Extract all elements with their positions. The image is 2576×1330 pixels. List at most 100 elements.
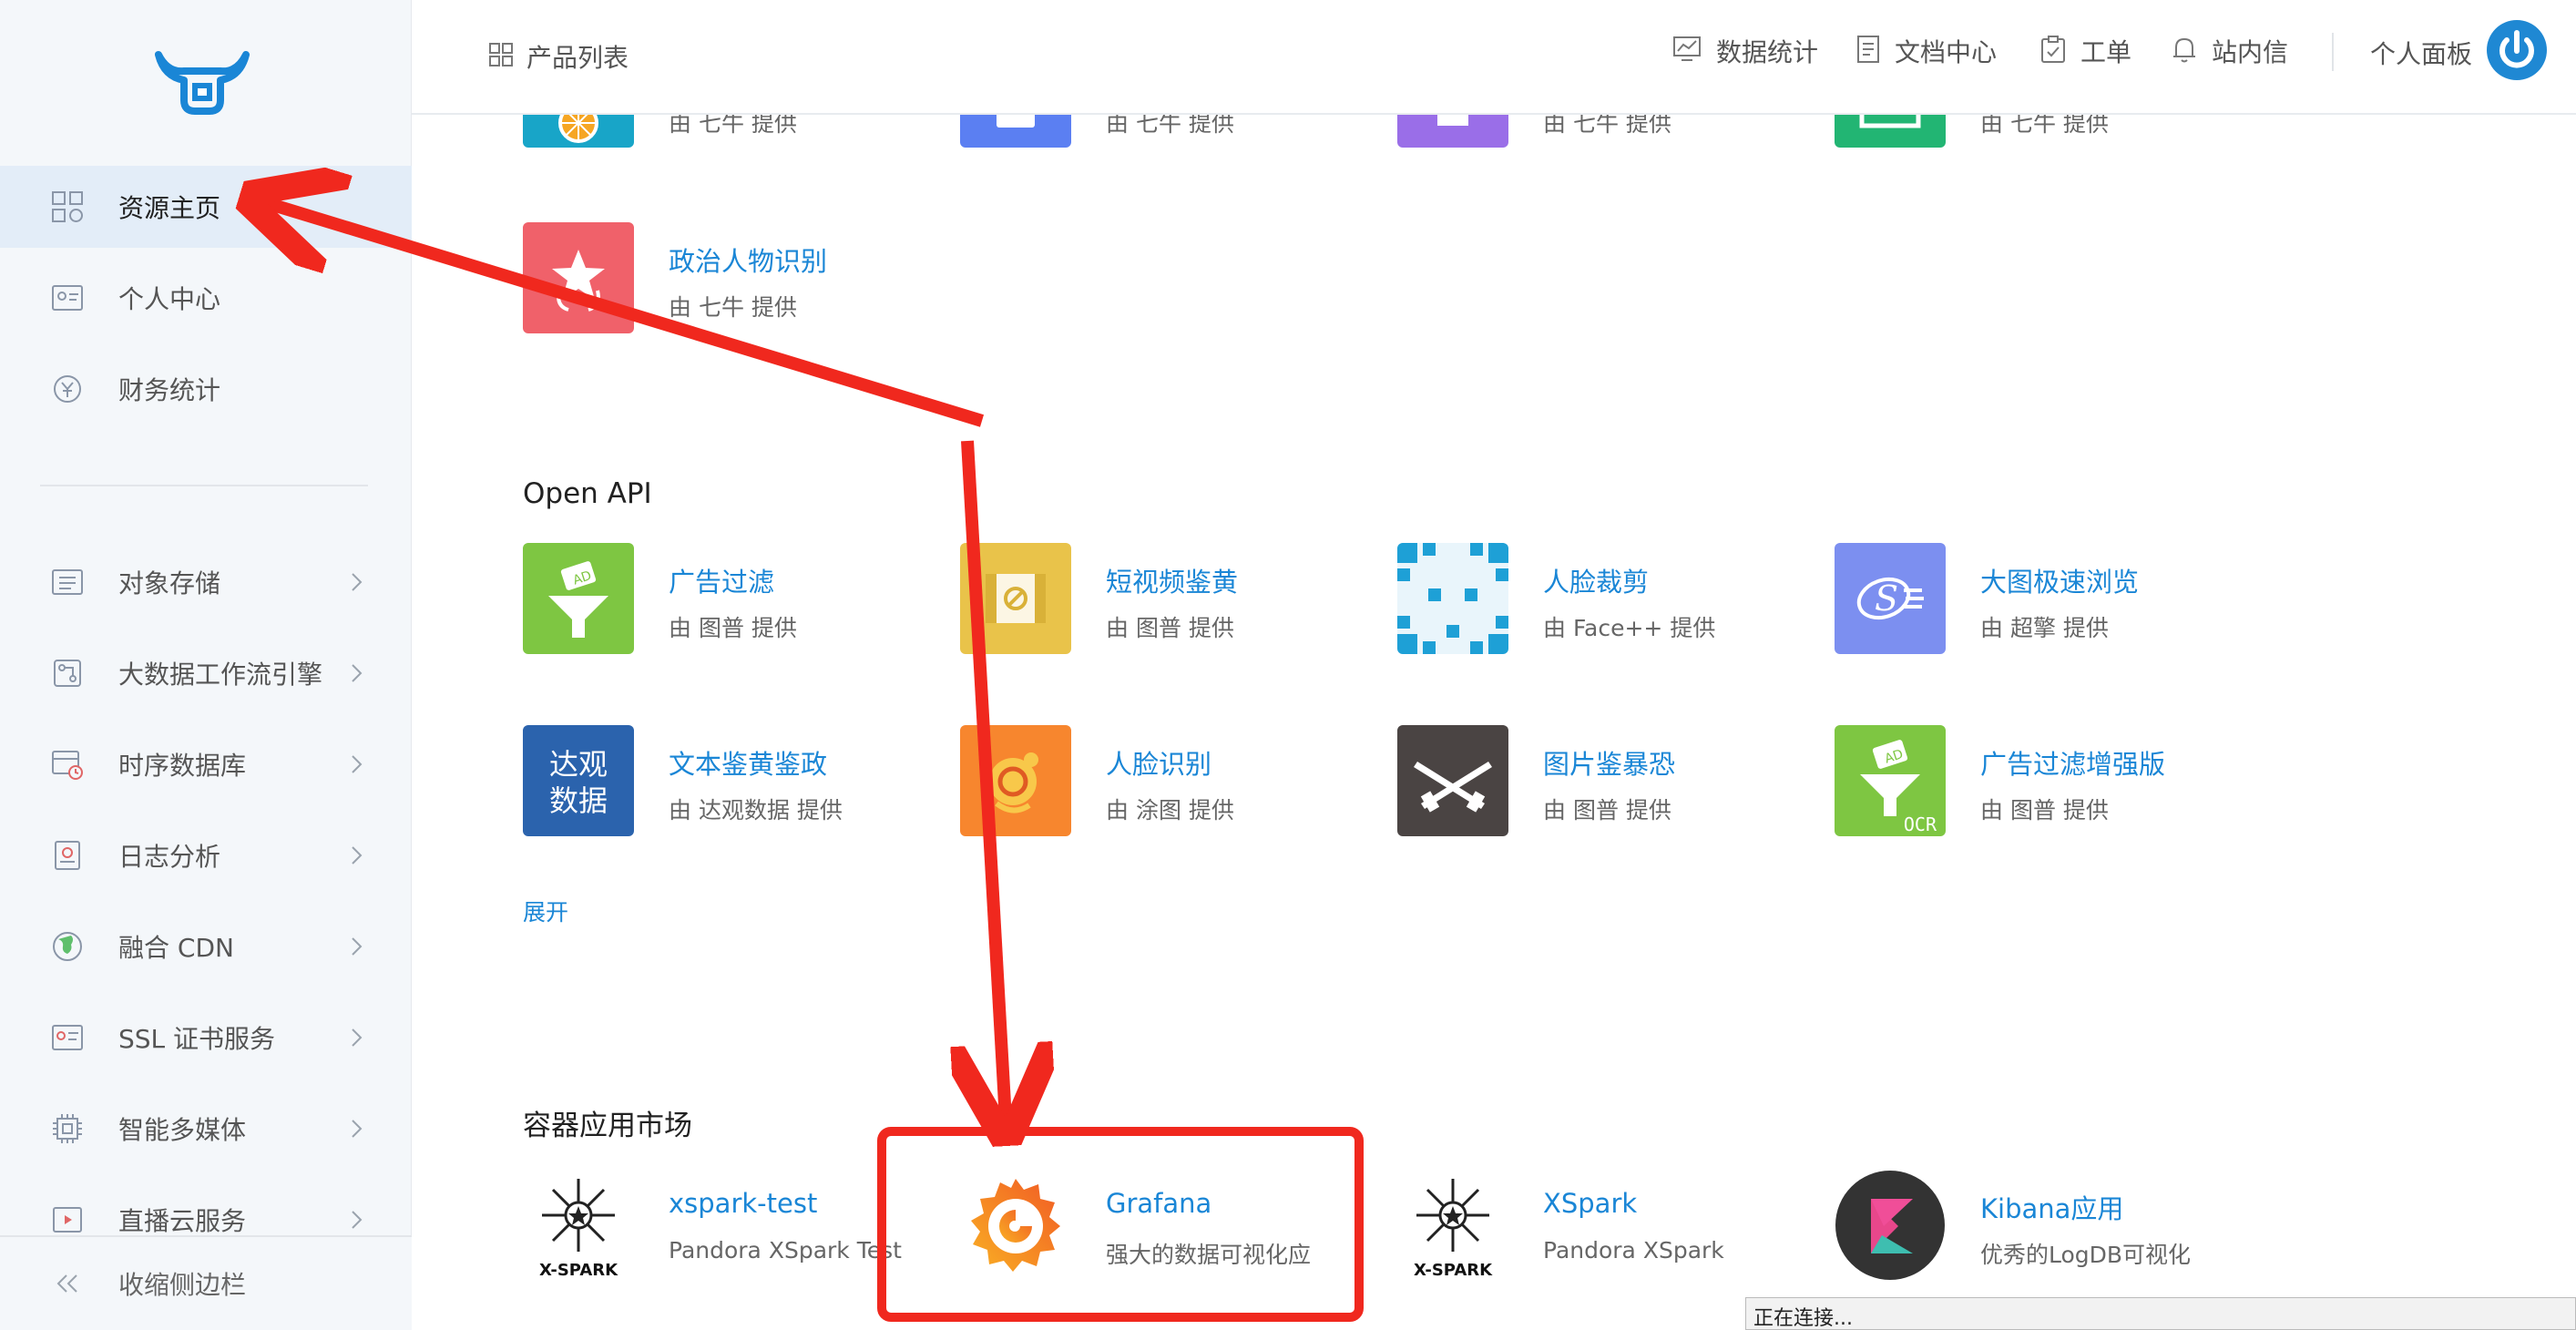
product-logo-icon (523, 222, 634, 333)
sidebar-item-ssl[interactable]: SSL 证书服务 (0, 997, 412, 1079)
sidebar-item-label: 资源主页 (118, 193, 221, 223)
svg-text:达观: 达观 (549, 747, 608, 782)
xspark-logo-icon: X-SPARK (523, 1170, 634, 1281)
chart-icon (1672, 36, 1702, 66)
chevron-right-icon (352, 1211, 363, 1229)
sidebar-item-bigdata-workflow[interactable]: 大数据工作流引擎 (0, 632, 412, 714)
video-filter-icon (960, 543, 1071, 654)
product-name[interactable]: 大图极速浏览 (1980, 561, 2139, 599)
sidebar-item-object-storage[interactable]: 对象存储 (0, 541, 412, 623)
face-recognition-icon (960, 725, 1071, 836)
product-card[interactable]: 人脸识别 由 涂图 提供 (960, 725, 1361, 838)
sidebar-item-resource-home[interactable]: 资源主页 (0, 166, 412, 248)
section-title-open-api: Open API (523, 477, 652, 510)
nav-label: 工单 (2080, 37, 2132, 67)
bell-icon (2172, 35, 2197, 67)
chevron-right-icon (352, 755, 363, 773)
app-card[interactable]: Kibana应用 优秀的LogDB可视化 (1835, 1170, 2235, 1283)
product-name[interactable]: 政治人物识别 (669, 240, 827, 279)
product-name[interactable]: 广告过滤 (669, 561, 774, 599)
product-card[interactable]: 短视频鉴黄 由 图普 提供 (960, 543, 1361, 656)
personal-panel-button[interactable]: 个人面板 (2370, 31, 2472, 75)
sidebar-item-timeseries-db[interactable]: 时序数据库 (0, 723, 412, 805)
product-card-political-figure[interactable]: 政治人物识别 由 七牛 提供 (523, 222, 924, 335)
grid-icon (49, 189, 86, 225)
logo-icon[interactable] (155, 49, 250, 118)
product-provider: 由 七牛 提供 (669, 294, 797, 321)
sidebar-item-finance[interactable]: 财务统计 (0, 348, 412, 430)
sidebar-item-label: 日志分析 (118, 842, 221, 872)
product-card[interactable]: 达观 数据 文本鉴黄鉴政 由 达观数据 提供 (523, 725, 924, 838)
app-name[interactable]: Grafana (1106, 1188, 1211, 1219)
product-name[interactable]: 人脸裁剪 (1543, 561, 1649, 599)
sidebar-item-multimedia[interactable]: 智能多媒体 (0, 1088, 412, 1170)
log-icon (49, 837, 86, 874)
main-content: 由 七牛 提供 由 七牛 提供 由 七牛 提供 由 七牛 提供 政治人物识别 由… (412, 0, 2576, 1330)
avatar[interactable] (2487, 20, 2547, 80)
storage-icon (49, 564, 86, 600)
sidebar-item-label: SSL 证书服务 (118, 1024, 276, 1054)
product-provider: 由 图普 提供 (1980, 797, 2109, 824)
product-provider: 由 图普 提供 (1543, 797, 1671, 824)
database-icon (49, 746, 86, 783)
fast-browse-icon: S (1835, 543, 1946, 654)
sidebar-item-label: 财务统计 (118, 375, 221, 405)
breadcrumb[interactable]: 产品列表 (488, 38, 629, 75)
breadcrumb-label: 产品列表 (526, 43, 629, 73)
product-card[interactable]: AD OCR 广告过滤增强版 由 图普 提供 (1835, 725, 2235, 838)
workflow-icon (49, 655, 86, 691)
app-name[interactable]: XSpark (1543, 1188, 1637, 1219)
clipboard-icon (2040, 35, 2066, 67)
sidebar-item-label: 大数据工作流引擎 (118, 660, 323, 690)
chevron-right-icon (352, 1120, 363, 1138)
product-card[interactable]: S 大图极速浏览 由 超擎 提供 (1835, 543, 2235, 656)
product-name[interactable]: 人脸识别 (1106, 743, 1211, 782)
nav-tickets[interactable]: 工单 (2040, 29, 2131, 73)
datagrand-logo-icon: 达观 数据 (523, 725, 634, 836)
chip-icon (49, 1110, 86, 1147)
expand-link[interactable]: 展开 (523, 895, 568, 927)
product-card[interactable]: 人脸裁剪 由 Face++ 提供 (1397, 543, 1798, 656)
app-name[interactable]: xspark-test (669, 1188, 817, 1219)
face-crop-icon (1397, 543, 1508, 654)
app-name[interactable]: Kibana应用 (1980, 1188, 2123, 1226)
collapse-sidebar-button[interactable]: 收缩侧边栏 (0, 1235, 412, 1330)
sidebar-item-personal-center[interactable]: 个人中心 (0, 257, 412, 339)
app-card-grafana[interactable]: Grafana 强大的数据可视化应 (960, 1170, 1361, 1283)
product-provider: 由 超擎 提供 (1980, 615, 2109, 641)
grid-icon (488, 42, 514, 71)
ad-filter-icon: AD (523, 543, 634, 654)
product-name[interactable]: 广告过滤增强版 (1980, 743, 2165, 782)
product-card[interactable]: 图片鉴暴恐 由 图普 提供 (1397, 725, 1798, 838)
nav-data-statistics[interactable]: 数据统计 (1672, 29, 1818, 73)
app-description: 强大的数据可视化应 (1106, 1242, 1312, 1268)
sidebar-divider (40, 485, 368, 486)
nav-label: 个人面板 (2370, 39, 2473, 69)
product-card[interactable]: AD 广告过滤 由 图普 提供 (523, 543, 924, 656)
violence-detection-icon (1397, 725, 1508, 836)
document-icon (1856, 35, 1880, 67)
app-description: 优秀的LogDB可视化 (1980, 1242, 2192, 1268)
kibana-logo-icon (1835, 1170, 1946, 1281)
app-description: Pandora XSpark (1543, 1237, 1724, 1264)
id-card-icon (49, 280, 86, 316)
sidebar-item-cdn[interactable]: 融合 CDN (0, 905, 412, 987)
sidebar-item-log-analysis[interactable]: 日志分析 (0, 814, 412, 896)
app-card[interactable]: X-SPARK XSpark Pandora XSpark (1397, 1170, 1798, 1283)
product-provider: 由 达观数据 提供 (669, 797, 843, 824)
nav-label: 数据统计 (1716, 37, 1819, 67)
xspark-logo-icon: X-SPARK (1397, 1170, 1508, 1281)
power-icon (2499, 30, 2534, 68)
product-name[interactable]: 文本鉴黄鉴政 (669, 743, 827, 782)
grafana-logo-icon (960, 1170, 1071, 1281)
nav-label: 文档中心 (1895, 37, 1998, 67)
product-name[interactable]: 图片鉴暴恐 (1543, 743, 1675, 782)
sidebar-item-label: 融合 CDN (118, 933, 234, 963)
app-card[interactable]: X-SPARK xspark-test Pandora XSpark Test (523, 1170, 924, 1283)
svg-text:OCR: OCR (1904, 813, 1937, 835)
nav-docs-center[interactable]: 文档中心 (1856, 29, 1997, 73)
product-provider: 由 图普 提供 (669, 615, 797, 641)
sidebar-item-label: 对象存储 (118, 568, 221, 598)
product-name[interactable]: 短视频鉴黄 (1106, 561, 1238, 599)
nav-messages[interactable]: 站内信 (2172, 29, 2288, 73)
